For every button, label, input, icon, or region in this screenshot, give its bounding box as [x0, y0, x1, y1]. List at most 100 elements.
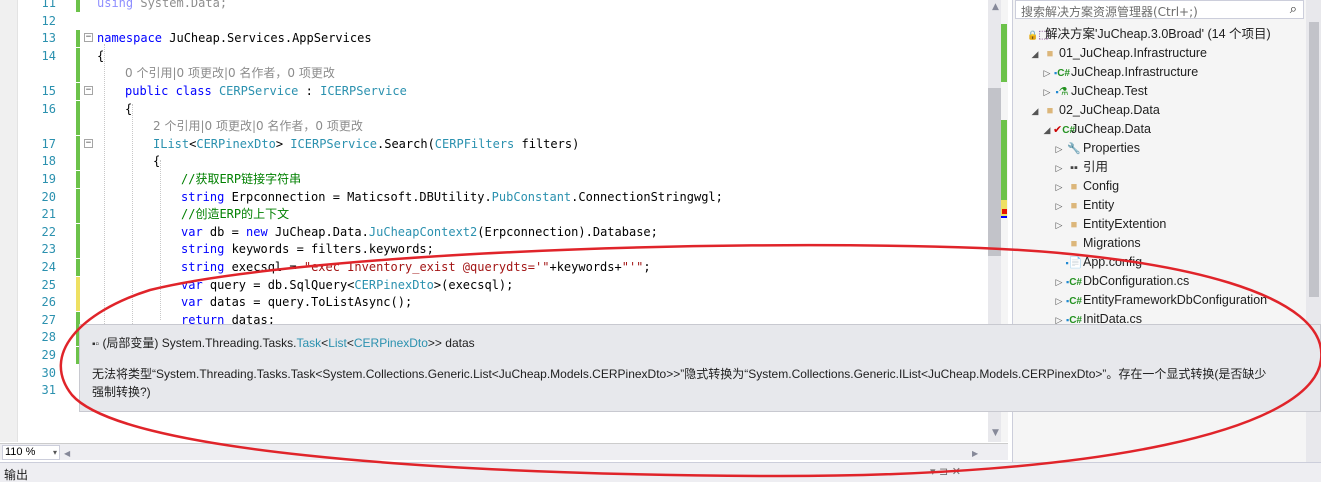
- code-text: //获取ERP链接字符串: [181, 171, 301, 188]
- keyword-token: var: [181, 224, 203, 239]
- code-line[interactable]: 22 var db = new JuCheap.Data.JuCheapConte…: [18, 223, 988, 241]
- tree-item[interactable]: ▷ ▪C#EntityFrameworkDbConfiguration: [1053, 291, 1268, 311]
- code-text: var db = new JuCheap.Data.JuCheapContext…: [181, 224, 658, 241]
- tree-item[interactable]: ◢ ✔C#JuCheap.Data: [1041, 120, 1151, 139]
- output-title[interactable]: 输出: [4, 466, 28, 482]
- codelens-text[interactable]: 0 个引用|0 项更改|0 名作者，0 项更改: [125, 65, 335, 82]
- change-marker: [76, 206, 80, 224]
- type-token: JuCheapContext2: [368, 224, 478, 239]
- scroll-up-icon[interactable]: ▲: [992, 2, 999, 12]
- code-line[interactable]: 16{: [18, 100, 988, 118]
- csharp-file-icon: ▪C#: [1066, 277, 1082, 288]
- collapse-icon[interactable]: −: [84, 86, 93, 95]
- code-line[interactable]: 25 var query = db.SqlQuery<CERPinexDto>(e…: [18, 276, 988, 294]
- code-line[interactable]: 23 string keywords = filters.keywords;: [18, 241, 988, 259]
- code-line[interactable]: 13 − namespace JuCheap.Services.AppService…: [18, 30, 988, 48]
- expand-arrow-icon[interactable]: ▷: [1053, 216, 1065, 235]
- tree-item[interactable]: ■ Migrations: [1053, 234, 1141, 253]
- tree-item[interactable]: ◢ ■ 01_JuCheap.Infrastructure: [1029, 44, 1207, 63]
- code-token: ;: [643, 260, 651, 274]
- code-token: Erpconnection = Maticsoft.DBUtility.: [224, 189, 492, 204]
- type-token: CERPFilters: [434, 136, 515, 151]
- line-number: 26: [41, 295, 56, 310]
- expand-arrow-icon[interactable]: ▷: [1053, 178, 1065, 197]
- search-icon[interactable]: ⌕: [1290, 2, 1297, 17]
- tree-item-label: JuCheap.Infrastructure: [1071, 65, 1199, 79]
- folder-icon: ■: [1046, 48, 1054, 60]
- code-token: >: [275, 136, 291, 151]
- folder-icon: ■: [1046, 105, 1054, 117]
- code-line[interactable]: 19 //获取ERP链接字符串: [18, 171, 988, 188]
- tree-item[interactable]: ▷ ■ Config: [1053, 177, 1120, 197]
- string-token: "'": [621, 260, 644, 274]
- collapse-arrow-icon[interactable]: ◢: [1029, 102, 1041, 121]
- tree-item[interactable]: ▷ ▪⚗ JuCheap.Test: [1041, 82, 1148, 102]
- expand-arrow-icon[interactable]: ▷: [1053, 273, 1065, 292]
- code-line[interactable]: 18{: [18, 153, 988, 171]
- tree-item[interactable]: ▷ 🔧 Properties: [1053, 139, 1140, 158]
- code-line[interactable]: 14{: [18, 47, 988, 65]
- collapse-arrow-icon[interactable]: ◢: [1041, 121, 1053, 140]
- line-number: 23: [41, 242, 56, 257]
- code-token: datas = query.ToListAsync();: [202, 295, 413, 310]
- expand-arrow-icon[interactable]: ▷: [1053, 159, 1065, 178]
- caret-marker: [1001, 216, 1007, 218]
- comment-token: //创造ERP的上下文: [181, 207, 290, 222]
- line-number: 22: [41, 224, 56, 239]
- expand-arrow-icon[interactable]: ▷: [1041, 83, 1053, 102]
- expand-arrow-icon[interactable]: ▷: [1053, 197, 1065, 216]
- tree-item[interactable]: ◢ ■ 02_JuCheap.Data: [1029, 101, 1160, 120]
- code-line[interactable]: 20 string Erpconnection = Maticsoft.DBUti…: [18, 188, 988, 206]
- collapse-arrow-icon[interactable]: ◢: [1029, 45, 1041, 64]
- code-line[interactable]: 21 //创造ERP的上下文: [18, 206, 988, 224]
- codelens-row[interactable]: 0 个引用|0 项更改|0 名作者，0 项更改: [18, 65, 988, 83]
- panel-buttons[interactable]: ▾ ⊐ ✕: [930, 465, 961, 478]
- scroll-thumb[interactable]: [1309, 22, 1319, 297]
- tree-item-label: 解决方案'JuCheap.3.0Broad' (14 个项目): [1045, 27, 1271, 41]
- tree-item[interactable]: ▷ ■ Entity: [1053, 196, 1115, 216]
- line-number: 12: [41, 13, 56, 28]
- keyword-token: namespace: [97, 31, 163, 46]
- csharp-project-icon: ▪C#: [1054, 68, 1070, 79]
- error-marker: [1002, 209, 1007, 214]
- expand-arrow-icon[interactable]: ▷: [1053, 292, 1065, 311]
- scroll-down-icon[interactable]: ▼: [992, 428, 999, 438]
- string-token: "exec Inventory_exist @querydts='": [303, 260, 550, 274]
- codelens-text[interactable]: 2 个引用|0 项更改|0 名作者，0 项更改: [153, 118, 363, 135]
- error-line-2: 强制转换?): [92, 385, 151, 399]
- chevron-down-icon[interactable]: ▾: [53, 446, 57, 459]
- search-input[interactable]: 搜索解决方案资源管理器(Ctrl+;) ⌕: [1015, 0, 1304, 19]
- line-number: 11: [41, 0, 56, 10]
- line-number: 14: [41, 48, 56, 63]
- expand-arrow-icon[interactable]: ▷: [1053, 140, 1065, 159]
- zoom-select[interactable]: 110 % ▾: [2, 445, 60, 460]
- tree-item[interactable]: 🔒⬚解决方案'JuCheap.3.0Broad' (14 个项目): [1015, 25, 1271, 44]
- quick-info-tooltip: ▪▫ (局部变量) System.Threading.Tasks.Task<Li…: [79, 324, 1321, 412]
- code-line[interactable]: 17 − IList<CERPinexDto> ICERPService.Searc…: [18, 135, 988, 153]
- code-line[interactable]: 15 − public class CERPService : ICERPServi…: [18, 83, 988, 100]
- code-line[interactable]: 26 var datas = query.ToListAsync();: [18, 294, 988, 312]
- collapse-icon[interactable]: −: [84, 138, 93, 148]
- expand-arrow-icon[interactable]: ▷: [1041, 64, 1053, 83]
- code-text: namespace JuCheap.Services.AppServices: [97, 30, 372, 47]
- scroll-thumb[interactable]: [988, 88, 1002, 256]
- tree-item[interactable]: ▷ ■ EntityExtention: [1053, 215, 1167, 235]
- type-token: CERPinexDto: [354, 277, 434, 292]
- change-marker: [76, 30, 80, 48]
- code-line[interactable]: 24 string execsql = "exec Inventory_exist…: [18, 259, 988, 276]
- code-line[interactable]: 11 using System.Data;: [18, 0, 988, 12]
- output-panel-header: 输出 ▾ ⊐ ✕: [0, 462, 1321, 482]
- line-number: 25: [41, 277, 56, 292]
- tree-item-label: 01_JuCheap.Infrastructure: [1059, 46, 1208, 60]
- tree-item[interactable]: ▷ ▪▪ 引用: [1053, 158, 1108, 177]
- keyword-token: new: [246, 224, 268, 239]
- tree-item[interactable]: ▪📄App.config: [1053, 253, 1143, 272]
- codelens-row[interactable]: 2 个引用|0 项更改|0 名作者，0 项更改: [18, 118, 988, 136]
- scroll-left-icon[interactable]: ◀: [64, 449, 70, 458]
- tree-item[interactable]: ▷ ▪C#DbConfiguration.cs: [1053, 272, 1190, 292]
- scroll-right-icon[interactable]: ▶: [972, 449, 978, 458]
- tree-item[interactable]: ▷ ▪C#JuCheap.Infrastructure: [1041, 63, 1199, 83]
- code-line[interactable]: 12: [18, 13, 988, 30]
- collapse-icon[interactable]: −: [84, 33, 93, 43]
